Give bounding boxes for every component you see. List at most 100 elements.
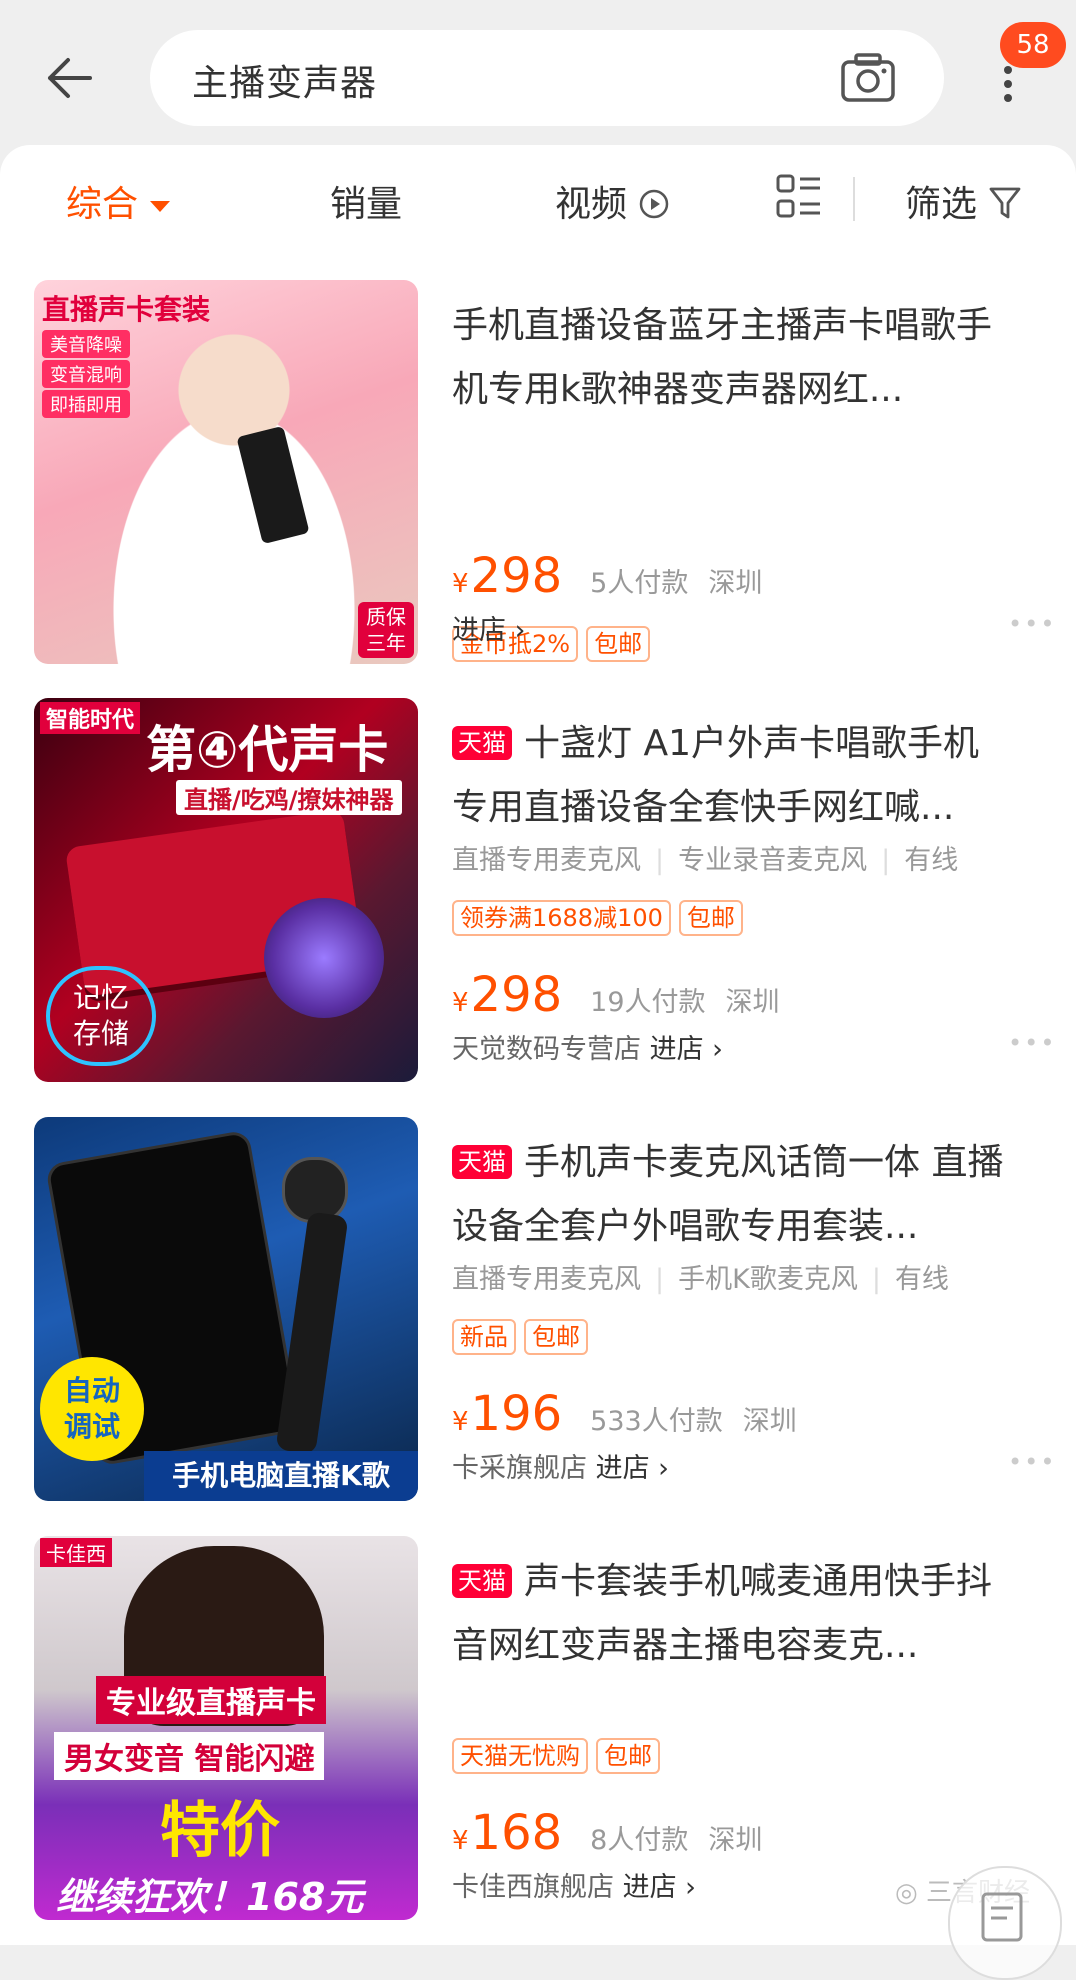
shop-link[interactable]: 天觉数码专营店 进店 › bbox=[452, 1027, 723, 1066]
microphone-body bbox=[275, 1211, 349, 1455]
warranty-line: 质保 bbox=[366, 605, 406, 629]
more-options-icon[interactable]: ••• bbox=[1008, 1448, 1056, 1476]
prop: 直播专用麦克风 bbox=[452, 1264, 641, 1295]
enter-shop-link[interactable]: 进店 bbox=[452, 615, 506, 646]
prop-separator: | bbox=[881, 845, 891, 876]
memory-badge: 记忆 存储 bbox=[46, 966, 156, 1066]
product-props: 直播专用麦克风 | 专业录音麦克风 | 有线 bbox=[452, 838, 958, 877]
sort-comprehensive[interactable]: 综合 bbox=[66, 175, 171, 227]
location: 深圳 bbox=[708, 1825, 763, 1856]
search-input[interactable]: 主播变声器 bbox=[192, 54, 377, 106]
search-bar[interactable]: 主播变声器 bbox=[150, 30, 944, 126]
microphone-head bbox=[264, 898, 384, 1018]
product-title[interactable]: 天猫 十盏灯 A1户外声卡唱歌手机专用直播设备全套快手网红喊... bbox=[452, 712, 1012, 840]
badge-line: 调试 bbox=[63, 1410, 120, 1443]
thumb-footer: 手机电脑直播K歌 bbox=[144, 1451, 418, 1501]
tmall-badge: 天猫 bbox=[452, 726, 512, 760]
price-row: ¥196 533人付款 深圳 bbox=[452, 1386, 797, 1442]
promo-tag: 包邮 bbox=[596, 1738, 660, 1774]
thumb-headline: 第④代声卡 bbox=[146, 721, 389, 779]
edit-note-icon bbox=[981, 1892, 1023, 1942]
sort-divider bbox=[853, 177, 855, 221]
title-text: 十盏灯 A1户外声卡唱歌手机专用直播设备全套快手网红喊... bbox=[452, 723, 979, 828]
promo-tags: 天猫无忧购 包邮 bbox=[452, 1738, 668, 1774]
memory-line: 存储 bbox=[72, 1017, 129, 1050]
prop-separator: | bbox=[871, 1264, 881, 1295]
shop-name[interactable]: 卡采旗舰店 bbox=[452, 1453, 587, 1484]
enter-shop-link[interactable]: 进店 bbox=[596, 1453, 650, 1484]
shop-link[interactable]: 卡采旗舰店 进店 › bbox=[452, 1446, 669, 1485]
more-options-icon[interactable]: ••• bbox=[1008, 1029, 1056, 1057]
location: 深圳 bbox=[725, 987, 780, 1018]
more-menu-button[interactable] bbox=[996, 60, 1020, 110]
floating-feedback-button[interactable] bbox=[948, 1866, 1062, 1980]
back-button[interactable] bbox=[40, 48, 100, 108]
badge-line: 自动 bbox=[63, 1374, 120, 1407]
title-text: 声卡套装手机喊麦通用快手抖音网红变声器主播电容麦克... bbox=[452, 1561, 993, 1666]
product-image[interactable]: 直播声卡套装 美音降噪 变音混响 即插即用 质保 三年 bbox=[34, 280, 418, 664]
product-title[interactable]: 天猫 声卡套装手机喊麦通用快手抖音网红变声器主播电容麦克... bbox=[452, 1550, 1012, 1678]
prop-separator: | bbox=[655, 845, 665, 876]
sales-count: 533人付款 bbox=[590, 1406, 723, 1437]
shop-link[interactable]: 卡佳西旗舰店 进店 › bbox=[452, 1865, 696, 1904]
warranty-line: 三年 bbox=[366, 631, 406, 655]
shop-link[interactable]: 进店 › bbox=[452, 608, 525, 647]
more-options-icon[interactable]: ••• bbox=[1008, 610, 1056, 638]
product-image[interactable]: 卡佳西 专业级直播声卡 男女变音 智能闪避 特价 继续狂欢！168元 bbox=[34, 1536, 418, 1920]
prop: 有线 bbox=[904, 845, 959, 876]
prop-separator: | bbox=[655, 1264, 665, 1295]
chevron-right-icon: › bbox=[506, 615, 526, 646]
chevron-right-icon: › bbox=[649, 1453, 669, 1484]
sort-video-label: 视频 bbox=[555, 184, 628, 225]
price-value: 196 bbox=[470, 1386, 563, 1442]
more-vertical-icon bbox=[1004, 66, 1012, 102]
thumb-line: 专业级直播声卡 bbox=[96, 1676, 326, 1724]
location: 深圳 bbox=[742, 1406, 797, 1437]
location: 深圳 bbox=[708, 568, 763, 599]
title-text: 手机直播设备蓝牙主播声卡唱歌手机专用k歌神器变声器网红... bbox=[452, 305, 993, 410]
product-title[interactable]: 手机直播设备蓝牙主播声卡唱歌手机专用k歌神器变声器网红... bbox=[452, 294, 1012, 422]
promo-tags: 领券满1688减100 包邮 bbox=[452, 900, 751, 936]
prop: 手机K歌麦克风 bbox=[678, 1264, 858, 1295]
product-props: 直播专用麦克风 | 手机K歌麦克风 | 有线 bbox=[452, 1257, 949, 1296]
tmall-badge: 天猫 bbox=[452, 1564, 512, 1598]
currency-symbol: ¥ bbox=[452, 1407, 469, 1437]
promo-tag: 新品 bbox=[452, 1319, 516, 1355]
chevron-right-icon: › bbox=[676, 1872, 696, 1903]
product-card[interactable]: 直播声卡套装 美音降噪 变音混响 即插即用 质保 三年 手机直播设备蓝牙主播声卡… bbox=[0, 280, 1076, 670]
price-row: ¥298 19人付款 深圳 bbox=[452, 967, 780, 1023]
view-toggle-button[interactable] bbox=[775, 173, 823, 225]
sales-count: 5人付款 bbox=[590, 568, 689, 599]
shop-name[interactable]: 天觉数码专营店 bbox=[452, 1034, 641, 1065]
arrow-left-icon bbox=[48, 58, 92, 98]
sort-video[interactable]: 视频 bbox=[555, 175, 670, 227]
title-text: 手机声卡麦克风话筒一体 直播设备全套户外唱歌专用套装... bbox=[452, 1142, 1004, 1247]
prop: 直播专用麦克风 bbox=[452, 845, 641, 876]
sort-comprehensive-label: 综合 bbox=[66, 184, 139, 225]
promo-tags: 新品 包邮 bbox=[452, 1319, 596, 1355]
thumb-line: 男女变音 智能闪避 bbox=[54, 1732, 325, 1780]
memory-line: 记忆 bbox=[72, 981, 129, 1014]
thumb-tag: 变音混响 bbox=[42, 360, 130, 388]
thumb-banner: 直播声卡套装 bbox=[42, 293, 211, 326]
sort-sales[interactable]: 销量 bbox=[330, 175, 402, 227]
prop: 有线 bbox=[894, 1264, 949, 1295]
camera-search-button[interactable] bbox=[840, 52, 896, 104]
promo-tag: 天猫无忧购 bbox=[452, 1738, 588, 1774]
filter-funnel-icon bbox=[990, 187, 1021, 219]
enter-shop-link[interactable]: 进店 bbox=[650, 1034, 704, 1065]
shop-name[interactable]: 卡佳西旗舰店 bbox=[452, 1872, 614, 1903]
enter-shop-link[interactable]: 进店 bbox=[623, 1872, 677, 1903]
thumb-line: 继续狂欢！168元 bbox=[56, 1875, 364, 1919]
play-circle-icon bbox=[640, 189, 669, 219]
price-row: ¥298 5人付款 深圳 bbox=[452, 548, 762, 604]
camera-icon bbox=[841, 53, 895, 102]
product-image[interactable]: 自动 调试 手机电脑直播K歌 bbox=[34, 1117, 418, 1501]
wechat-icon: ◎ bbox=[895, 1878, 926, 1908]
product-image[interactable]: 智能时代 第④代声卡 直播/吃鸡/撩妹神器 记忆 存储 bbox=[34, 698, 418, 1082]
tmall-badge: 天猫 bbox=[452, 1145, 512, 1179]
product-title[interactable]: 天猫 手机声卡麦克风话筒一体 直播设备全套户外唱歌专用套装... bbox=[452, 1131, 1012, 1259]
promo-tag: 包邮 bbox=[678, 900, 743, 936]
thumb-subtitle: 直播/吃鸡/撩妹神器 bbox=[176, 780, 402, 815]
filter-button[interactable]: 筛选 bbox=[905, 175, 1022, 227]
